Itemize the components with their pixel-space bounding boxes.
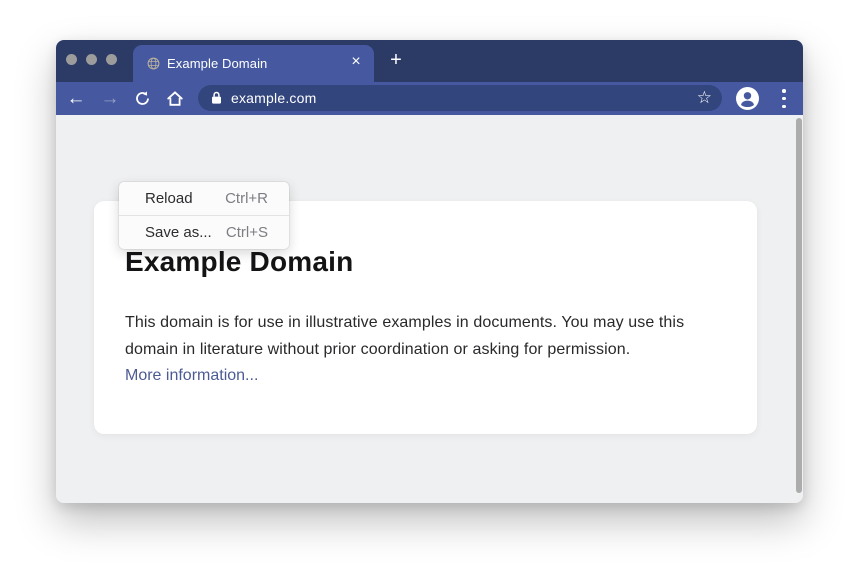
paragraph-line: domain in literature without prior coord… xyxy=(125,336,684,363)
profile-avatar-icon[interactable] xyxy=(735,86,760,111)
window-controls xyxy=(66,54,117,65)
page-content: Example Domain This domain is for use in… xyxy=(56,115,803,503)
new-tab-button[interactable]: + xyxy=(383,48,409,74)
menu-item-shortcut: Ctrl+S xyxy=(226,224,268,241)
menu-item-reload[interactable]: Reload Ctrl+R xyxy=(119,182,289,215)
browser-menu-icon[interactable] xyxy=(780,89,788,108)
address-bar[interactable]: example.com ☆ xyxy=(198,85,722,111)
window-zoom-button[interactable] xyxy=(106,54,117,65)
tab-title: Example Domain xyxy=(167,56,267,71)
more-information-link[interactable]: More information... xyxy=(125,367,258,385)
back-button[interactable]: ← xyxy=(64,82,88,115)
context-menu: Reload Ctrl+R Save as... Ctrl+S xyxy=(119,182,289,249)
home-button[interactable] xyxy=(163,82,187,115)
menu-dot xyxy=(782,97,786,101)
tab-example-domain[interactable]: Example Domain × xyxy=(133,45,374,82)
menu-dot xyxy=(782,105,786,109)
page-paragraph: This domain is for use in illustrative e… xyxy=(125,309,684,363)
page-title: Example Domain xyxy=(125,246,353,278)
back-arrow-icon: ← xyxy=(67,89,86,108)
home-icon xyxy=(166,90,184,107)
reload-button[interactable] xyxy=(130,82,154,115)
tab-close-icon[interactable]: × xyxy=(347,53,365,71)
window-minimize-button[interactable] xyxy=(86,54,97,65)
desktop-background: Example Domain × + ← → xyxy=(0,0,860,580)
browser-window: Example Domain × + ← → xyxy=(56,40,803,503)
menu-item-label: Save as... xyxy=(145,224,212,241)
forward-button[interactable]: → xyxy=(98,82,122,115)
reload-icon xyxy=(134,90,151,107)
window-titlebar: Example Domain × + xyxy=(56,40,803,82)
menu-item-label: Reload xyxy=(145,190,193,207)
menu-dot xyxy=(782,89,786,93)
vertical-scrollbar[interactable] xyxy=(796,118,802,493)
lock-icon xyxy=(211,91,222,110)
menu-item-shortcut: Ctrl+R xyxy=(225,190,268,207)
paragraph-line: This domain is for use in illustrative e… xyxy=(125,309,684,336)
forward-arrow-icon: → xyxy=(101,89,120,108)
url-text[interactable]: example.com xyxy=(231,90,316,106)
bookmark-star-icon[interactable]: ☆ xyxy=(697,88,712,108)
browser-toolbar: ← → xyxy=(56,82,803,115)
menu-item-save-as[interactable]: Save as... Ctrl+S xyxy=(119,216,289,249)
window-close-button[interactable] xyxy=(66,54,77,65)
favicon-globe-icon xyxy=(147,57,160,70)
